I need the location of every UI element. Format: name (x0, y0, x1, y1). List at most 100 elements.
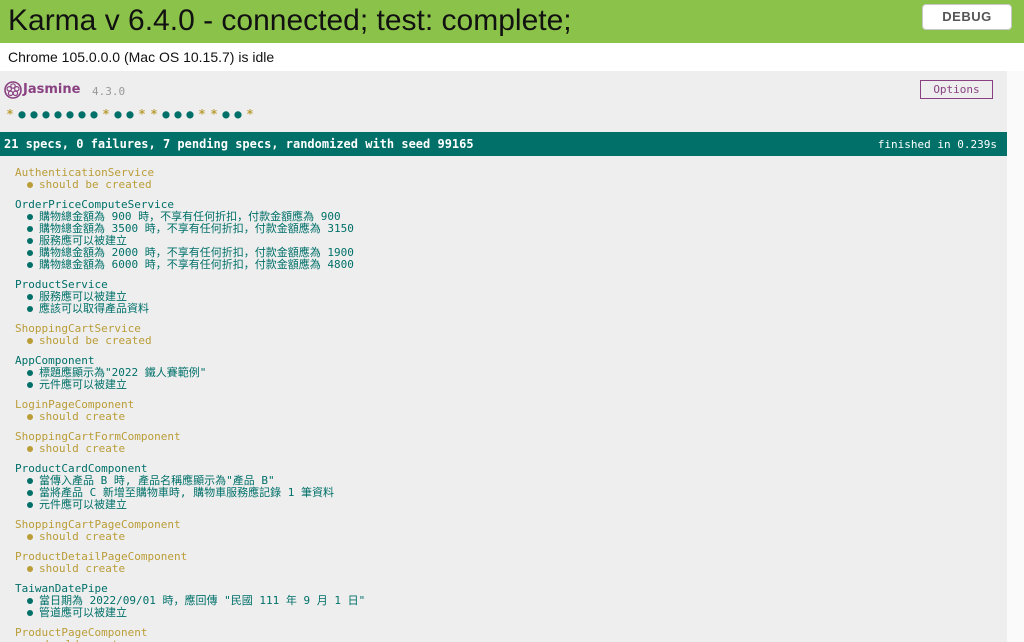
jasmine-banner: Jasmine 4.3.0 Options * ● ● ● ● ● ● ● * ● ● * * ● ● ● * *… (0, 71, 1007, 131)
passed-dot-icon (27, 226, 33, 232)
passed-spec-symbol[interactable]: ● (76, 107, 88, 121)
suite: TaiwanDatePipe 當日期為 2022/09/01 時，應回傳 "民國 … (15, 583, 995, 619)
passed-spec-symbol[interactable]: ● (88, 107, 100, 121)
spec-item: 元件應可以被建立 (15, 499, 995, 511)
spec-item: 購物總金額為 3500 時，不享有任何折扣，付款金額應為 3150 (15, 223, 995, 235)
spec-symbol-summary: * ● ● ● ● ● ● ● * ● ● * * ● ● ● * * ● ● * (4, 103, 256, 121)
spec-description-link[interactable]: should create (39, 442, 125, 455)
spec-description-link[interactable]: should create (39, 530, 125, 543)
spec-description-link[interactable]: 管道應可以被建立 (39, 606, 127, 619)
spec-item: should be created (15, 179, 995, 191)
passed-dot-icon (27, 502, 33, 508)
run-duration: finished in 0.239s (877, 138, 997, 151)
suite-name-link[interactable]: ProductDetailPageComponent (15, 551, 995, 563)
passed-dot-icon (27, 478, 33, 484)
spec-item: 當日期為 2022/09/01 時，應回傳 "民國 111 年 9 月 1 日" (15, 595, 995, 607)
spec-item: 管道應可以被建立 (15, 607, 995, 619)
suite-name-link[interactable]: AuthenticationService (15, 167, 995, 179)
options-button[interactable]: Options (920, 80, 993, 99)
passed-dot-icon (27, 610, 33, 616)
suite-name-link[interactable]: ProductPageComponent (15, 627, 995, 639)
spec-results-list: AuthenticationService should be created Or… (15, 167, 995, 642)
passed-spec-symbol[interactable]: ● (40, 107, 52, 121)
spec-item: should be created (15, 335, 995, 347)
spec-description-link[interactable]: should create (39, 638, 125, 642)
results-summary-text: 21 specs, 0 failures, 7 pending specs, r… (4, 137, 474, 151)
pending-spec-symbol[interactable]: * (196, 107, 208, 121)
jasmine-flower-icon (4, 81, 22, 99)
jasmine-reporter: Jasmine 4.3.0 Options * ● ● ● ● ● ● ● * ● ● * * ● ● ● * *… (0, 71, 1007, 642)
pending-spec-symbol[interactable]: * (136, 107, 148, 121)
browser-status-bar: Chrome 105.0.0.0 (Mac OS 10.15.7) is idl… (0, 43, 1024, 71)
suite: OrderPriceComputeService 購物總金額為 900 時，不享有… (15, 199, 995, 271)
spec-description-link[interactable]: should be created (39, 178, 152, 191)
jasmine-version: 4.3.0 (92, 85, 126, 98)
suite: ProductService 服務應可以被建立 應該可以取得產品資料 (15, 279, 995, 315)
passed-spec-symbol[interactable]: ● (64, 107, 76, 121)
suite-name-link[interactable]: LoginPageComponent (15, 399, 995, 411)
results-summary-bar: 21 specs, 0 failures, 7 pending specs, r… (0, 132, 1007, 156)
suite-name-link[interactable]: ShoppingCartPageComponent (15, 519, 995, 531)
karma-banner: Karma v 6.4.0 - connected; test: complet… (0, 0, 1024, 43)
suite: AuthenticationService should be created (15, 167, 995, 191)
passed-spec-symbol[interactable]: ● (172, 107, 184, 121)
passed-dot-icon (27, 382, 33, 388)
passed-dot-icon (27, 214, 33, 220)
spec-description-link[interactable]: should be created (39, 334, 152, 347)
suite: AppComponent 標題應顯示為"2022 鐵人賽範例" 元件應可以被建立 (15, 355, 995, 391)
pending-spec-symbol[interactable]: * (148, 107, 160, 121)
passed-spec-symbol[interactable]: ● (124, 107, 136, 121)
suite: ShoppingCartFormComponent should create (15, 431, 995, 455)
pending-dot-icon (27, 338, 33, 344)
suite: ShoppingCartService should be created (15, 323, 995, 347)
jasmine-logo-text[interactable]: Jasmine (23, 82, 80, 97)
spec-description-link[interactable]: 元件應可以被建立 (39, 378, 127, 391)
pending-dot-icon (27, 534, 33, 540)
passed-spec-symbol[interactable]: ● (160, 107, 172, 121)
spec-item: 當將產品 C 新增至購物車時, 購物車服務應記錄 1 筆資料 (15, 487, 995, 499)
passed-spec-symbol[interactable]: ● (28, 107, 40, 121)
pending-spec-symbol[interactable]: * (100, 107, 112, 121)
suite: ShoppingCartPageComponent should create (15, 519, 995, 543)
passed-spec-symbol[interactable]: ● (232, 107, 244, 121)
passed-spec-symbol[interactable]: ● (52, 107, 64, 121)
passed-dot-icon (27, 306, 33, 312)
suite-name-link[interactable]: ShoppingCartService (15, 323, 995, 335)
spec-item: should create (15, 563, 995, 575)
pending-dot-icon (27, 446, 33, 452)
passed-spec-symbol[interactable]: ● (184, 107, 196, 121)
suite: ProductPageComponentshould create (15, 627, 995, 642)
suite: LoginPageComponent should create (15, 399, 995, 423)
passed-dot-icon (27, 294, 33, 300)
passed-spec-symbol[interactable]: ● (16, 107, 28, 121)
passed-dot-icon (27, 262, 33, 268)
pending-spec-symbol[interactable]: * (4, 107, 16, 121)
spec-item: 服務應可以被建立 (15, 291, 995, 303)
spec-item: 應該可以取得產品資料 (15, 303, 995, 315)
spec-item: should create (15, 411, 995, 423)
pending-dot-icon (27, 182, 33, 188)
debug-button[interactable]: DEBUG (922, 4, 1012, 30)
passed-dot-icon (27, 490, 33, 496)
spec-description-link[interactable]: should create (39, 562, 125, 575)
pending-spec-symbol[interactable]: * (208, 107, 220, 121)
passed-spec-symbol[interactable]: ● (220, 107, 232, 121)
spec-item: 標題應顯示為"2022 鐵人賽範例" (15, 367, 995, 379)
suite-name-link[interactable]: ProductService (15, 279, 995, 291)
spec-description-link[interactable]: should create (39, 410, 125, 423)
passed-dot-icon (27, 250, 33, 256)
scrollbar-track[interactable] (1007, 71, 1024, 642)
passed-dot-icon (27, 370, 33, 376)
passed-dot-icon (27, 598, 33, 604)
passed-spec-symbol[interactable]: ● (112, 107, 124, 121)
karma-status-title: Karma v 6.4.0 - connected; test: complet… (8, 4, 572, 37)
pending-spec-symbol[interactable]: * (244, 107, 256, 121)
suite-name-link[interactable]: ShoppingCartFormComponent (15, 431, 995, 443)
spec-description-link[interactable]: 元件應可以被建立 (39, 498, 127, 511)
suite: ProductCardComponent 當傳入產品 B 時, 產品名稱應顯示為"… (15, 463, 995, 511)
spec-description-link[interactable]: 應該可以取得產品資料 (39, 302, 149, 315)
pending-dot-icon (27, 414, 33, 420)
suite: ProductDetailPageComponent should create (15, 551, 995, 575)
spec-item: 元件應可以被建立 (15, 379, 995, 391)
spec-description-link[interactable]: 購物總金額為 6000 時，不享有任何折扣，付款金額應為 4800 (39, 258, 354, 271)
